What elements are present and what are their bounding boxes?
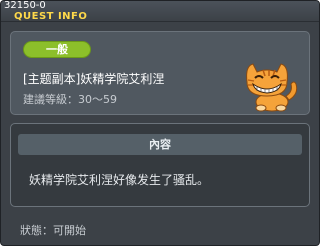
quest-description: 妖精学院艾利涅好像发生了骚乱。 [29,173,210,187]
quest-category-badge: 一般 [23,41,91,58]
quest-id-label: 32150-0 [4,0,46,11]
quest-summary-panel: 一般 [主题副本]妖精学院艾利涅 建議等級：30～59 [10,31,310,115]
quest-content-panel: 內容 妖精学院艾利涅好像发生了骚乱。 [10,123,310,207]
window-title: QUEST INFO [14,11,88,22]
status-value: 可開始 [53,224,86,237]
content-header: 內容 [18,134,302,155]
quest-status: 狀態：可開始 [20,222,86,238]
window-header[interactable]: 32150-0 QUEST INFO [1,0,319,22]
orange-cat-icon [246,63,298,112]
quest-name: [主题副本]妖精学院艾利涅 [23,72,165,86]
recommended-level-label: 建議等級： [23,93,78,106]
quest-info-window: 32150-0 QUEST INFO 一般 [主题副本]妖精学院艾利涅 建議等級… [0,0,320,246]
recommended-level: 建議等級：30～59 [23,91,117,107]
status-label: 狀態： [20,224,53,237]
recommended-level-value: 30～59 [78,93,117,106]
